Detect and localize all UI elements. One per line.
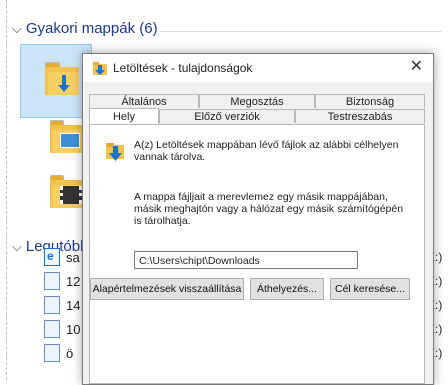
tab-row-back: Általános Megosztás Biztonság <box>89 94 425 108</box>
videos-folder-icon[interactable] <box>50 175 82 208</box>
location-tab-panel: A(z) Letöltések mappában lévő fájlok az … <box>89 124 425 384</box>
chevron-down-icon: ⌵ <box>12 238 22 254</box>
close-button[interactable]: ✕ <box>410 59 423 75</box>
recent-item[interactable]: e sa <box>44 248 80 266</box>
frequent-folders-label: Gyakori mappák (6) <box>25 20 158 37</box>
recent-item-name: ö <box>66 345 74 361</box>
recent-item-name: 10 <box>66 321 81 337</box>
tab-row-front: Hely Előző verziók Testreszabás <box>89 108 425 125</box>
recent-item-name: 12 <box>66 273 81 289</box>
recent-item[interactable]: 10 <box>44 320 80 338</box>
navigation-pane-edge <box>0 0 7 380</box>
properties-dialog: Letöltések - tulajdonságok ✕ Általános M… <box>82 53 434 385</box>
tab-sharing[interactable]: Megosztás <box>199 94 315 108</box>
tab-general[interactable]: Általános <box>89 94 199 108</box>
tab-location[interactable]: Hely <box>89 108 159 124</box>
group-divider <box>160 31 442 32</box>
tab-previous-versions[interactable]: Előző verziók <box>159 109 295 123</box>
recent-item[interactable]: 12 <box>44 272 80 290</box>
dialog-titlebar[interactable]: Letöltések - tulajdonságok ✕ <box>83 54 433 82</box>
tab-security[interactable]: Biztonság <box>315 94 425 108</box>
move-button[interactable]: Áthelyezés... <box>250 278 324 300</box>
downloads-folder-icon <box>93 62 107 75</box>
restore-defaults-button[interactable]: Alapértelmezések visszaállítása <box>90 278 244 300</box>
chevron-down-icon: ⌵ <box>12 20 22 36</box>
move-instructions-text: A mappa fájljait a merevlemez egy másik … <box>134 191 404 227</box>
image-file-icon <box>44 344 60 362</box>
recent-item-name: 14 <box>66 297 81 313</box>
image-file-icon <box>44 296 60 314</box>
frequent-folders-header[interactable]: ⌵ Gyakori mappák (6) <box>12 20 158 37</box>
dialog-title: Letöltések - tulajdonságok <box>113 61 253 75</box>
recent-item[interactable]: 14 <box>44 296 80 314</box>
pictures-folder-icon[interactable] <box>50 120 82 153</box>
folder-path-field[interactable]: C:\Users\chipt\Downloads <box>134 251 358 269</box>
downloads-folder-icon <box>106 141 126 163</box>
recent-item-name: sa <box>66 249 80 265</box>
find-target-button[interactable]: Cél keresése... <box>330 278 410 300</box>
location-info-text: A(z) Letöltések mappában lévő fájlok az … <box>134 139 399 163</box>
image-file-icon <box>44 320 60 338</box>
tab-customize[interactable]: Testreszabás <box>295 109 425 123</box>
recent-item[interactable]: ö <box>44 344 73 362</box>
edge-file-icon: e <box>44 248 60 266</box>
downloads-folder-icon <box>45 62 79 95</box>
image-file-icon <box>44 272 60 290</box>
